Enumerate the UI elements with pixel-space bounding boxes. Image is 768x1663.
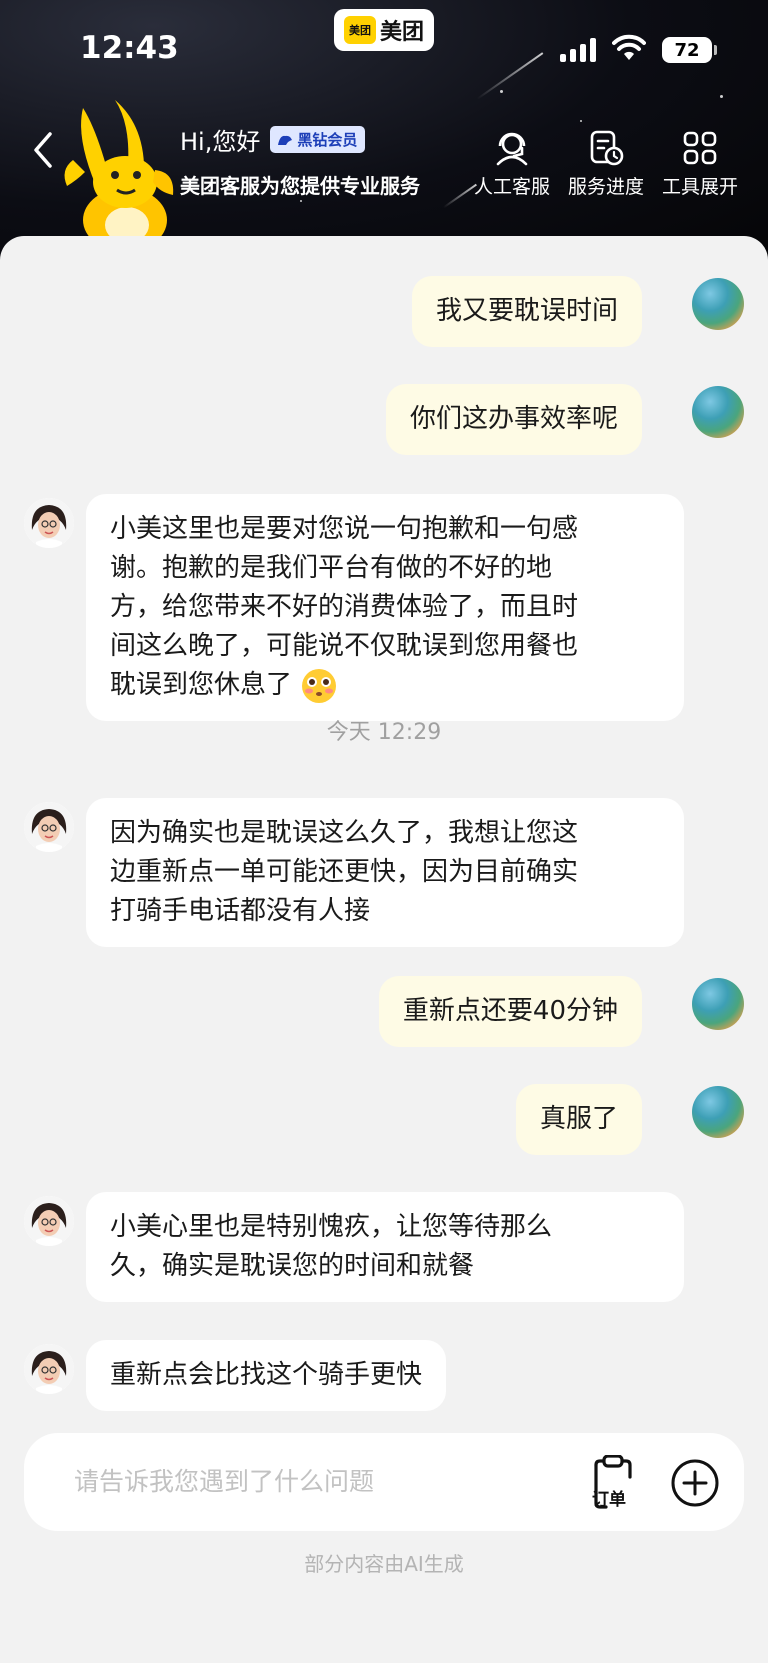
agent-message-bubble: 重新点会比找这个骑手更快 [86, 1340, 447, 1411]
agent-avatar [24, 1196, 74, 1246]
shooting-star-decoration [476, 52, 544, 100]
add-circle-icon[interactable] [670, 1458, 720, 1508]
greeting-row: Hi,您好 黑钻会员 [180, 122, 366, 157]
chat-header: 12:43 美团 美团 72 Hi,您好 黑钻会员 美团客服为您提供专业服务 人… [0, 0, 768, 260]
tool-label: 工具展开 [661, 176, 738, 198]
kangaroo-mascot-icon [64, 100, 174, 250]
grid-icon [683, 131, 717, 165]
back-arrow-icon[interactable] [28, 128, 58, 172]
kangaroo-badge-icon [278, 135, 293, 145]
user-avatar [692, 978, 744, 1030]
agent-message-bubble: 因为确实也是耽误这么久了，我想让您这 边重新点一单可能还更快，因为目前确实 打骑… [86, 798, 684, 947]
agent-avatar [24, 1344, 74, 1394]
tool-label: 人工客服 [473, 176, 550, 198]
app-name: 美团 [379, 20, 424, 45]
user-avatar [692, 278, 744, 330]
tool-label: 服务进度 [567, 176, 644, 198]
vip-badge: 黑钻会员 [270, 126, 366, 153]
user-message-bubble: 你们这办事效率呢 [385, 384, 642, 455]
user-message-bubble: 我又要耽误时间 [411, 276, 642, 347]
progress-clock-icon [590, 130, 624, 166]
ai-disclaimer: 部分内容由AI生成 [304, 1552, 464, 1576]
header-subtitle: 美团客服为您提供专业服务 [180, 174, 420, 198]
vip-badge-label: 黑钻会员 [297, 131, 358, 149]
user-avatar [692, 1086, 744, 1138]
message-input[interactable] [74, 1461, 534, 1501]
order-button-label: 订单 [592, 1490, 626, 1510]
user-message-bubble: 重新点还要40分钟 [378, 976, 642, 1047]
message-input-bar: 订单 [24, 1433, 744, 1531]
tool-service-progress[interactable]: 服务进度 [560, 128, 652, 199]
agent-message-bubble: 小美心里也是特别愧疚，让您等待那么 久，确实是耽误您的时间和就餐 [86, 1192, 684, 1302]
cellular-signal-icon [560, 38, 596, 62]
agent-face-icon [24, 1344, 74, 1394]
order-button[interactable]: 订单 [586, 1454, 644, 1511]
greeting-text: Hi,您好 [180, 128, 261, 156]
agent-avatar [24, 498, 74, 548]
agent-face-icon [24, 802, 74, 852]
app-indicator-pill: 美团 美团 [334, 9, 434, 51]
chat-timestamp: 今天 12:29 [326, 720, 442, 745]
user-message-bubble: 真服了 [515, 1084, 642, 1155]
wifi-icon [612, 34, 646, 60]
star-decoration [300, 200, 302, 202]
tool-human-service[interactable]: 人工客服 [466, 128, 558, 199]
agent-message-bubble: 小美这里也是要对您说一句抱歉和一句感 谢。抱歉的是我们平台有做的不好的地 方，给… [86, 494, 684, 721]
user-avatar [692, 386, 744, 438]
agent-face-icon [24, 1196, 74, 1246]
star-decoration [580, 120, 582, 122]
headset-icon [496, 132, 528, 166]
blushing-face-emoji-icon [302, 668, 337, 703]
agent-avatar [24, 802, 74, 852]
status-time: 12:43 [80, 30, 179, 66]
star-decoration [500, 90, 503, 93]
chat-message-list[interactable]: 我又要耽误时间 你们这办事效率呢 小美这里也是要对您说一句抱歉和一句感 谢。抱歉… [0, 236, 768, 1429]
tool-expand[interactable]: 工具展开 [654, 128, 746, 199]
star-decoration [720, 95, 723, 98]
meituan-logo-icon: 美团 [343, 16, 376, 44]
agent-face-icon [24, 498, 74, 548]
battery-indicator: 72 [662, 37, 717, 63]
